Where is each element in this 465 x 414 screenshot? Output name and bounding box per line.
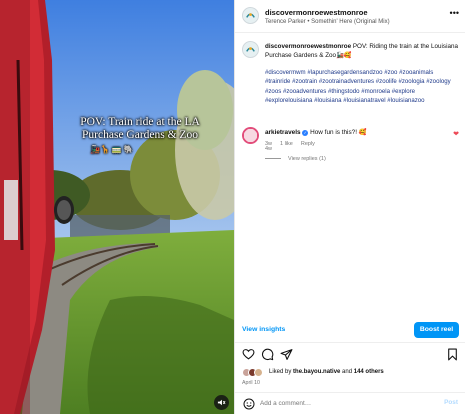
- view-replies-label: View replies (1): [288, 156, 326, 162]
- post-header: discovermonroewestmonroe Terence Parker …: [235, 0, 465, 33]
- comment-meta: 3w 1 like Reply: [265, 141, 323, 147]
- more-horizontal-icon[interactable]: •••: [450, 8, 459, 18]
- reply-button[interactable]: Reply: [301, 141, 315, 147]
- comment-icon[interactable]: [261, 348, 274, 361]
- caption-username[interactable]: discovermonroewestmonroe: [265, 43, 351, 50]
- likes-summary: Liked by the.bayou.native and 144 others: [242, 368, 462, 378]
- audio-track[interactable]: Terence Parker • Somethin' Here (Origina…: [265, 19, 390, 25]
- verified-badge-icon: ✓: [302, 130, 309, 136]
- post-side-panel: discovermonroewestmonroe Terence Parker …: [234, 0, 465, 414]
- comment-line: arkietravels ✓ How fun is this?! 🥰: [265, 128, 367, 136]
- view-replies-button[interactable]: View replies (1): [265, 156, 326, 162]
- avatar[interactable]: [242, 127, 259, 144]
- comment-text: How fun is this?! 🥰: [310, 129, 367, 136]
- heart-filled-icon[interactable]: ❤: [453, 130, 459, 138]
- video-frame: [0, 0, 234, 414]
- action-bar: [242, 348, 459, 362]
- avatar[interactable]: [242, 41, 259, 58]
- emoji-icon[interactable]: [243, 397, 255, 410]
- liked-by-user[interactable]: the.bayou.native: [293, 369, 340, 375]
- caption-hashtags[interactable]: #discovermwm #lapurchasegardensandzoo #z…: [265, 68, 460, 105]
- comment-input[interactable]: [260, 397, 420, 410]
- boost-reel-button[interactable]: Boost reel: [414, 322, 459, 338]
- divider: [235, 342, 465, 343]
- speaker-muted-icon[interactable]: [214, 395, 229, 410]
- liked-by-text: Liked by the.bayou.native and 144 others: [269, 369, 384, 375]
- avatar[interactable]: [254, 368, 263, 377]
- post-comment-button[interactable]: Post: [444, 399, 458, 406]
- reel-video[interactable]: POV: Train ride at the LA Purchase Garde…: [0, 0, 234, 414]
- caption-text: discovermonroewestmonroe POV: Riding the…: [265, 42, 460, 60]
- view-insights-link[interactable]: View insights: [242, 326, 285, 333]
- comment-timestamp: 3w: [265, 141, 273, 147]
- video-overlay-emojis: 🚂🦒 🚃 🐘: [90, 145, 134, 154]
- post-date: April 10: [242, 380, 260, 386]
- comment-likes[interactable]: 1 like: [280, 141, 293, 147]
- instagram-post-modal: POV: Train ride at the LA Purchase Garde…: [0, 0, 465, 414]
- share-icon[interactable]: [280, 348, 293, 361]
- post-username[interactable]: discovermonroewestmonroe: [265, 8, 368, 17]
- replies-divider: [265, 158, 281, 160]
- video-overlay-title: POV: Train ride at the LA Purchase Garde…: [80, 116, 200, 141]
- add-comment-bar: Post: [235, 393, 465, 414]
- heart-icon[interactable]: [242, 348, 255, 361]
- bookmark-icon[interactable]: [446, 348, 459, 361]
- liked-by-and: and: [342, 369, 353, 375]
- avatar[interactable]: [242, 7, 259, 24]
- liked-by-prefix: Liked by: [269, 369, 292, 375]
- comment-username[interactable]: arkietravels: [265, 129, 301, 136]
- liked-by-count[interactable]: 144 others: [354, 369, 384, 375]
